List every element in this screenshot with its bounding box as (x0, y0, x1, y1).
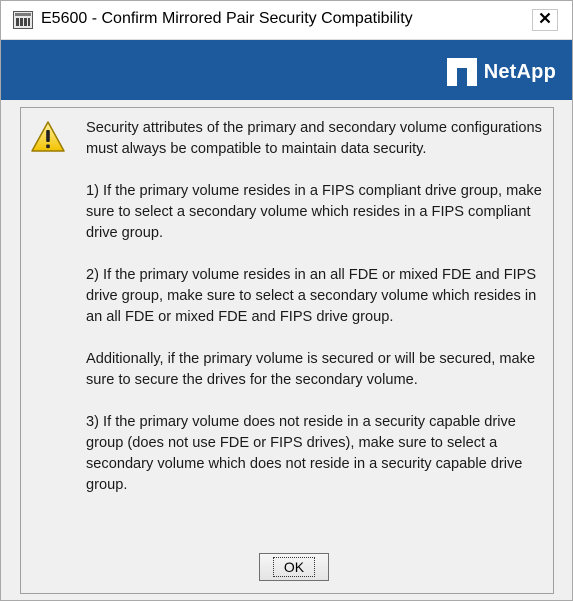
title-bar[interactable]: E5600 - Confirm Mirrored Pair Security C… (1, 1, 572, 40)
brand-banner: NetApp (1, 40, 572, 100)
ok-button[interactable]: OK (259, 553, 329, 581)
netapp-logo: NetApp (446, 58, 556, 86)
message-text: Security attributes of the primary and s… (86, 118, 551, 517)
message-paragraph-fips: 1) If the primary volume resides in a FI… (86, 183, 542, 241)
message-paragraph-fde: 2) If the primary volume resides in an a… (86, 267, 537, 325)
close-button[interactable] (532, 9, 558, 31)
warning-icon (30, 120, 66, 154)
dialog-window: E5600 - Confirm Mirrored Pair Security C… (0, 0, 573, 601)
window-title: E5600 - Confirm Mirrored Pair Security C… (41, 10, 413, 27)
message-paragraph-additional: Additionally, if the primary volume is s… (86, 351, 536, 388)
message-paragraph-non-secure: 3) If the primary volume does not reside… (86, 414, 523, 493)
close-icon (539, 11, 551, 29)
message-paragraph-intro: Security attributes of the primary and s… (86, 120, 542, 157)
storage-array-icon (13, 11, 33, 29)
netapp-logo-icon (446, 58, 477, 86)
logo-text: NetApp (483, 60, 556, 83)
ok-button-label: OK (272, 557, 316, 577)
